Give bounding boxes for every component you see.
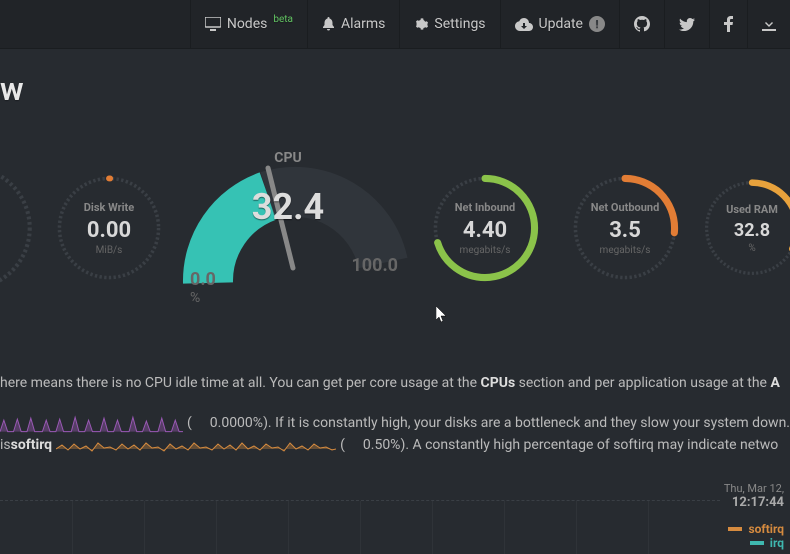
beta-badge: beta bbox=[273, 14, 293, 25]
nav-download[interactable] bbox=[747, 0, 790, 48]
gauge-net-in-unit: megabits/s bbox=[460, 245, 511, 256]
facebook-icon bbox=[724, 16, 733, 32]
gauge-disk-write-title: Disk Write bbox=[84, 201, 134, 214]
gauge-ram-title: Used RAM bbox=[726, 203, 778, 216]
download-icon bbox=[762, 17, 776, 31]
gauge-used-ram[interactable]: Used RAM 32.8 % bbox=[698, 174, 790, 282]
desc-l3-paren: ( bbox=[340, 434, 345, 456]
desc-l2-paren: ( bbox=[187, 412, 192, 434]
gauges-row: Disk Write 0.00 MiB/s CPU 32.4 0.0 100.0… bbox=[0, 148, 790, 308]
gauge-cpu-min: 0.0 bbox=[190, 269, 216, 290]
legend-swatch-irq bbox=[750, 541, 764, 545]
timestamp-time: 12:17:44 bbox=[724, 495, 784, 510]
page-title: w bbox=[0, 70, 24, 108]
gauge-net-out-value: 3.5 bbox=[609, 218, 641, 243]
gauge-cpu-max: 100.0 bbox=[351, 255, 398, 276]
desc-cpus-link[interactable]: CPUs bbox=[481, 375, 516, 391]
desc-l2-val: 0.0000% bbox=[210, 412, 263, 434]
gauge-net-in-value: 4.40 bbox=[463, 218, 507, 243]
gauge-net-outbound[interactable]: Net Outbound 3.5 megabits/s bbox=[566, 169, 684, 287]
desc-l2-rest: ). If it is constantly high, your disks … bbox=[263, 412, 790, 434]
desc-l3-kw: softirq bbox=[11, 434, 52, 456]
nav-alarms[interactable]: Alarms bbox=[307, 0, 399, 48]
gauge-disk-write[interactable]: Disk Write 0.00 MiB/s bbox=[50, 169, 168, 287]
description-text: here means there is no CPU idle time at … bbox=[0, 372, 790, 456]
cloud-download-icon bbox=[515, 18, 533, 31]
nav-settings-label: Settings bbox=[434, 16, 485, 32]
gauge-net-out-unit: megabits/s bbox=[600, 245, 651, 256]
timeseries-chart[interactable] bbox=[0, 500, 720, 554]
nav-nodes-label: Nodes bbox=[227, 16, 268, 32]
gauge-net-inbound[interactable]: Net Inbound 4.40 megabits/s bbox=[426, 169, 544, 287]
nav-facebook[interactable] bbox=[709, 0, 747, 48]
nav-update-label: Update bbox=[539, 16, 583, 32]
gauge-cpu[interactable]: CPU 32.4 0.0 100.0 % bbox=[168, 148, 408, 308]
sparkline-iowait bbox=[0, 412, 183, 434]
gauge-net-out-title: Net Outbound bbox=[591, 201, 660, 214]
gauge-cpu-title: CPU bbox=[274, 150, 301, 166]
nav-github[interactable] bbox=[619, 0, 664, 48]
gauge-partial-left[interactable] bbox=[0, 159, 38, 297]
gauge-disk-write-unit: MiB/s bbox=[96, 245, 123, 256]
bell-icon bbox=[322, 17, 335, 31]
gauge-cpu-value: 32.4 bbox=[252, 186, 324, 228]
nav-alarms-label: Alarms bbox=[341, 16, 385, 32]
gauge-net-in-title: Net Inbound bbox=[455, 201, 515, 214]
update-badge: ! bbox=[589, 16, 605, 32]
gauge-disk-write-value: 0.00 bbox=[87, 218, 131, 243]
nav-settings[interactable]: Settings bbox=[399, 0, 499, 48]
gauge-ram-unit: % bbox=[748, 243, 755, 254]
gear-icon bbox=[414, 17, 428, 31]
nav-update[interactable]: Update ! bbox=[500, 0, 619, 48]
monitor-icon bbox=[205, 17, 221, 31]
mouse-cursor bbox=[436, 306, 450, 324]
legend-swatch-softirq bbox=[728, 527, 742, 531]
github-icon bbox=[634, 16, 650, 32]
desc-line1a: here means there is no CPU idle time at … bbox=[0, 375, 481, 391]
legend-irq[interactable]: irq bbox=[728, 536, 784, 550]
twitter-icon bbox=[679, 18, 695, 31]
legend-softirq-label: softirq bbox=[748, 522, 784, 536]
timestamp-date: Thu, Mar 12, bbox=[724, 482, 784, 495]
nav-nodes[interactable]: Nodes beta bbox=[190, 0, 307, 48]
nav-twitter[interactable] bbox=[664, 0, 709, 48]
desc-apps-link[interactable]: A bbox=[770, 375, 779, 391]
chart-legend: softirq irq bbox=[728, 522, 784, 550]
gauge-ram-value: 32.8 bbox=[734, 220, 770, 241]
sparkline-softirq bbox=[56, 435, 336, 455]
desc-l3-val: 0.50% bbox=[363, 434, 401, 456]
timestamp: Thu, Mar 12, 12:17:44 bbox=[724, 482, 784, 510]
gauge-cpu-unit: % bbox=[190, 290, 200, 306]
desc-line1b: section and per application usage at the bbox=[515, 375, 770, 391]
desc-l3-rest: ). A constantly high percentage of softi… bbox=[400, 434, 778, 456]
legend-irq-label: irq bbox=[770, 536, 784, 550]
legend-softirq[interactable]: softirq bbox=[728, 522, 784, 536]
desc-l3-is: is bbox=[0, 434, 11, 456]
top-nav: Nodes beta Alarms Settings Update ! bbox=[0, 0, 790, 49]
